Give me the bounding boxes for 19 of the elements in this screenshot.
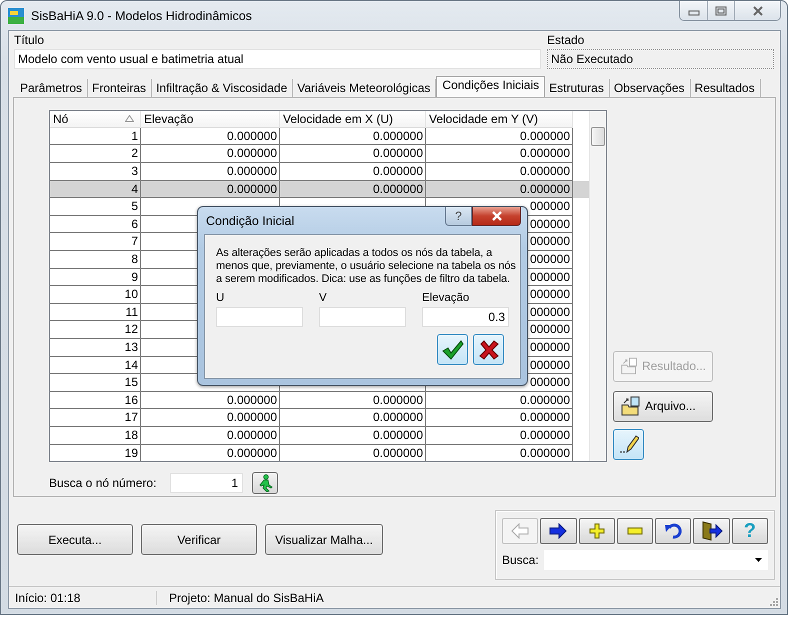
search-label: Busca:	[502, 553, 540, 568]
column-header-label: Velocidade em Y (V)	[429, 112, 539, 126]
field-label: Estado	[547, 33, 586, 48]
table-cell: 0.000000	[426, 444, 573, 461]
column-header-label: Elevação	[144, 112, 194, 126]
status-text: Início: 01:18	[9, 590, 157, 605]
table-cell: 19	[50, 444, 141, 461]
field-label: U	[216, 292, 226, 305]
column-header-label: Nó	[53, 112, 70, 126]
status-text: Projeto: Manual do SisBaHiA	[168, 590, 324, 605]
field-label: V	[319, 292, 328, 305]
table-cell: 0.000000	[280, 444, 426, 461]
table-cell: 0.000000	[141, 444, 280, 461]
dialog-title: Condição Inicial	[206, 214, 294, 228]
column-header-label: Velocidade em X (U)	[283, 112, 394, 126]
field-label: Título	[14, 33, 46, 48]
window-title: SisBaHiA 9.0 - Modelos Hidrodinâmicos	[31, 8, 252, 22]
state-field: Não Executado	[547, 49, 774, 69]
search-label: Busca o nó número:	[49, 476, 158, 490]
